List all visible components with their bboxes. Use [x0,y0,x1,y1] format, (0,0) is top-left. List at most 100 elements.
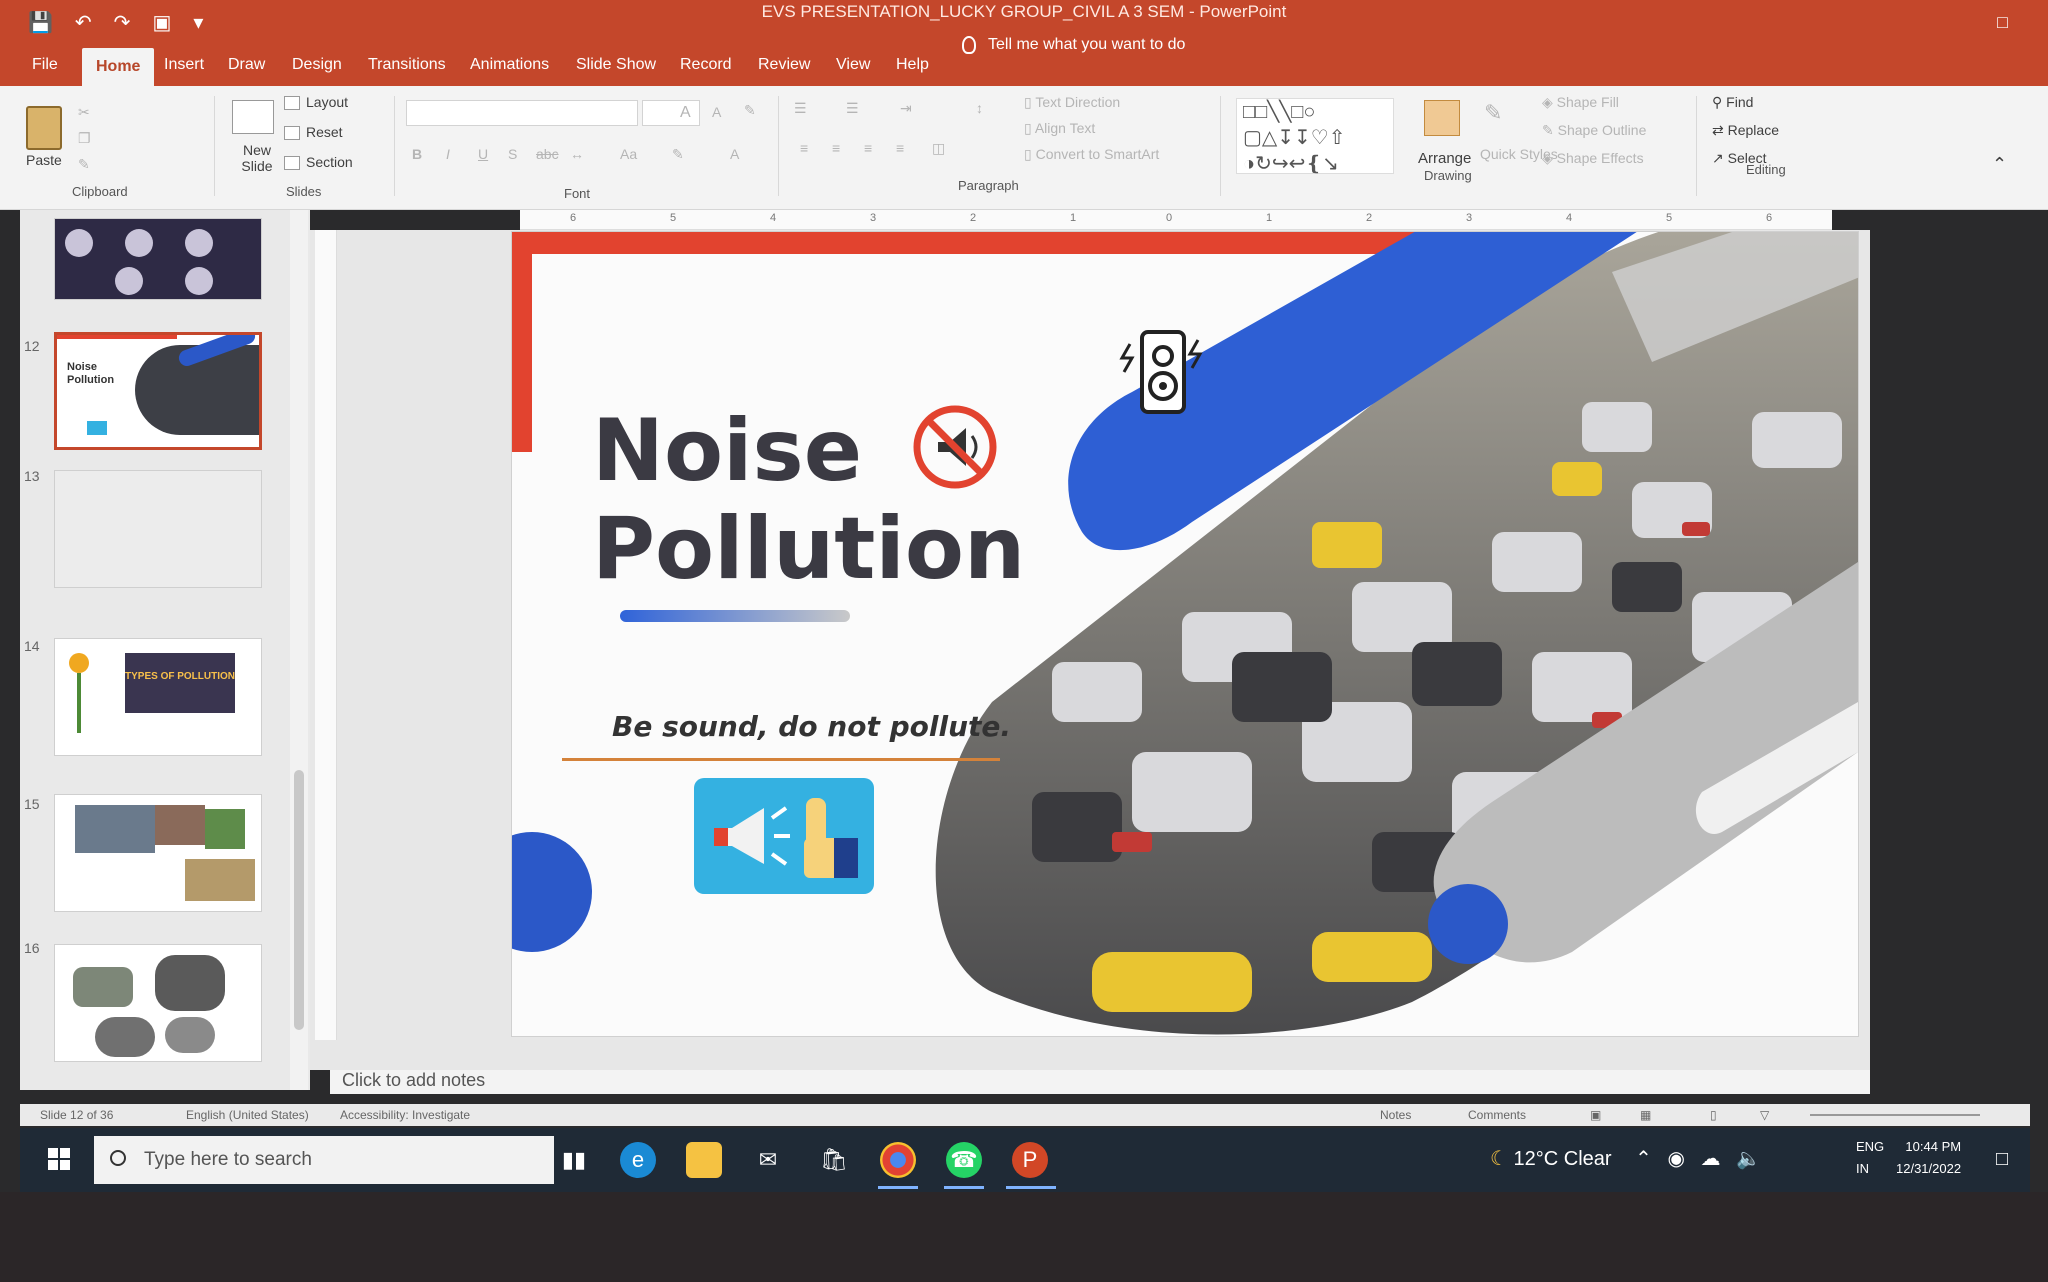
edge-icon[interactable]: e [620,1142,656,1178]
tab-slide-show[interactable]: Slide Show [576,56,656,74]
slide-thumbnail[interactable] [54,218,262,300]
char-spacing-button[interactable]: ↔ [570,146,584,162]
convert-smartart-button[interactable]: ▯ Convert to SmartArt [1024,146,1159,163]
replace-button[interactable]: ⇄ Replace [1712,122,1779,139]
slide-thumbnail[interactable] [54,470,262,588]
store-icon[interactable]: 🛍 [816,1142,852,1178]
tab-draw[interactable]: Draw [228,56,265,74]
paste-button[interactable]: Paste [26,152,62,168]
bullets-icon[interactable]: ☰ [794,100,807,117]
shadow-button[interactable]: S [508,146,517,162]
chrome-icon[interactable] [880,1142,916,1178]
find-button[interactable]: ⚲ Find [1712,94,1753,111]
network-icon[interactable]: ◉ [1667,1148,1684,1170]
tray-chevron-icon[interactable]: ⌃ [1635,1148,1652,1170]
tab-file[interactable]: File [32,56,58,74]
align-center-icon[interactable]: ≡ [832,140,840,156]
font-size-field[interactable] [642,100,700,126]
accessibility-status[interactable]: Accessibility: Investigate [340,1108,470,1122]
tab-record[interactable]: Record [680,56,732,74]
zoom-slider[interactable] [1810,1114,1980,1116]
indent-icon[interactable]: ⇥ [900,100,912,117]
onedrive-icon[interactable]: ☁ [1700,1148,1720,1170]
quick-styles-icon[interactable]: ✎ [1484,100,1502,126]
shapes-gallery[interactable]: □□╲╲□○ ▢△↧↧♡⇧ ◑↻↪↩❴↘ [1236,98,1394,175]
underline-button[interactable]: U [478,146,488,162]
notes-pane[interactable]: Click to add notes [330,1070,1870,1094]
tab-design[interactable]: Design [292,56,342,74]
scrollbar-thumb[interactable] [294,770,304,1030]
taskbar-search[interactable]: Type here to search [94,1136,554,1184]
language-status[interactable]: English (United States) [186,1108,309,1122]
tab-view[interactable]: View [836,56,870,74]
bold-button[interactable]: B [412,146,422,162]
paste-icon[interactable] [26,106,62,150]
decrease-font-icon[interactable]: A [712,104,721,120]
strikethrough-button[interactable]: abc [536,146,559,162]
font-color-icon[interactable]: A [730,146,739,162]
font-name-field[interactable] [406,100,638,126]
language-indicator[interactable]: ENG IN [1856,1136,1884,1180]
reset-button[interactable]: Reset [284,124,343,141]
layout-button[interactable]: Layout [284,94,348,111]
tab-transitions[interactable]: Transitions [368,56,446,74]
collapse-ribbon-icon[interactable]: ⌃ [1992,154,2007,175]
format-painter-button[interactable]: ✎ [78,156,90,173]
cut-button[interactable]: ✂ [78,104,90,121]
volume-icon[interactable]: 🔈 [1736,1148,1761,1170]
slide-thumbnail[interactable] [54,794,262,912]
tab-home[interactable]: Home [82,48,155,88]
shape-outline-button[interactable]: ✎ Shape Outline [1542,122,1646,139]
task-view-icon[interactable]: ▮▮ [556,1142,592,1178]
arrange-icon[interactable] [1424,100,1460,136]
reading-view-icon[interactable]: ▯ [1710,1108,1717,1122]
tab-animations[interactable]: Animations [470,56,549,74]
notes-toggle[interactable]: Notes [1380,1108,1411,1122]
align-text-button[interactable]: ▯ Align Text [1024,120,1095,137]
slide-sorter-icon[interactable]: ▦ [1640,1108,1651,1122]
columns-icon[interactable]: ◫ [932,140,945,157]
italic-button[interactable]: I [446,146,450,162]
clear-formatting-icon[interactable]: ✎ [744,102,756,119]
notification-icon[interactable]: □ [1996,1148,2008,1171]
justify-icon[interactable]: ≡ [896,140,904,156]
clock[interactable]: 10:44 PM 12/31/2022 [1896,1136,1961,1180]
comments-toggle[interactable]: Comments [1468,1108,1526,1122]
tab-insert[interactable]: Insert [164,56,204,74]
ribbon-display-icon[interactable]: □ [1997,12,2008,33]
thumbnail-scrollbar[interactable] [290,210,308,1090]
arrange-button[interactable]: Arrange [1418,150,1471,167]
align-right-icon[interactable]: ≡ [864,140,872,156]
tell-me-search[interactable]: Tell me what you want to do [962,36,1185,54]
tab-help[interactable]: Help [896,56,929,74]
megaphone-card-image[interactable] [694,778,874,894]
slide-thumbnail[interactable]: TYPES OF POLLUTION [54,638,262,756]
slide-thumbnail-selected[interactable]: Noise Pollution [54,332,262,450]
shape-effects-button[interactable]: ◈ Shape Effects [1542,150,1644,167]
slide-thumbnail[interactable] [54,944,262,1062]
copy-button[interactable]: ❐ [78,130,91,147]
highlight-icon[interactable]: ✎ [672,146,684,163]
windows-start-icon[interactable] [48,1148,70,1170]
text-direction-button[interactable]: ▯ Text Direction [1024,94,1120,111]
traffic-image-shape[interactable] [932,232,1858,1036]
line-spacing-icon[interactable]: ↕ [976,100,983,116]
slide-canvas[interactable]: Noise Pollution Be sound, do not pollute… [512,232,1858,1036]
shape-fill-button[interactable]: ◈ Shape Fill [1542,94,1619,111]
whatsapp-icon[interactable]: ☎ [946,1142,982,1178]
new-slide-icon[interactable] [232,100,274,134]
tab-review[interactable]: Review [758,56,810,74]
weather-text[interactable]: 12°C Clear [1514,1148,1612,1170]
numbering-icon[interactable]: ☰ [846,100,859,117]
slideshow-icon[interactable]: ▽ [1760,1108,1769,1122]
slide-tagline[interactable]: Be sound, do not pollute. [612,710,1011,743]
section-button[interactable]: Section [284,154,353,171]
align-left-icon[interactable]: ≡ [800,140,808,156]
change-case-button[interactable]: Aa [620,146,637,162]
mail-icon[interactable]: ✉ [750,1142,786,1178]
file-explorer-icon[interactable] [686,1142,722,1178]
normal-view-icon[interactable]: ▣ [1590,1108,1601,1122]
powerpoint-icon[interactable]: P [1012,1142,1048,1178]
increase-font-icon[interactable]: A [680,104,691,122]
new-slide-button[interactable]: New Slide [232,142,282,174]
